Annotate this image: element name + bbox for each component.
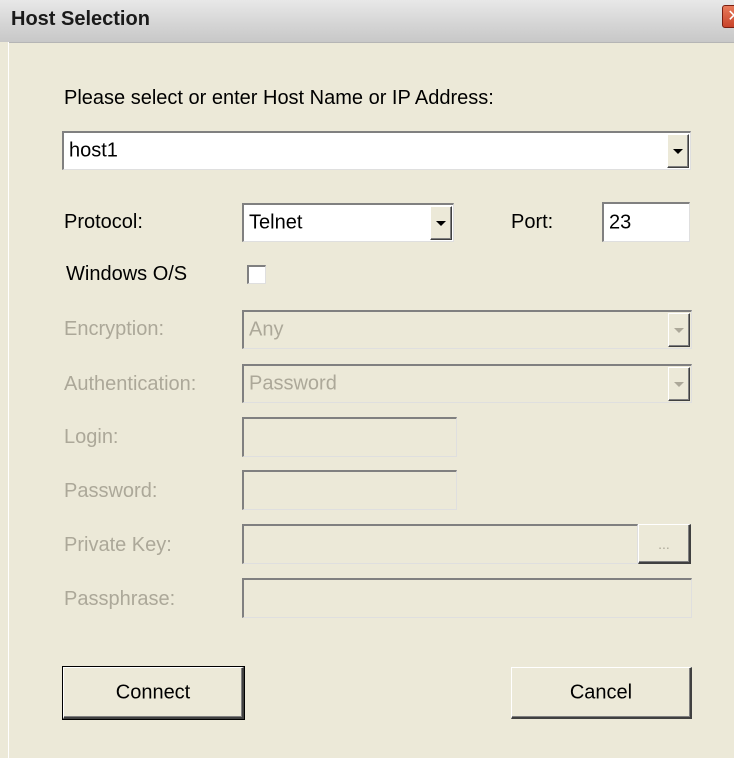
login-label: Login: — [64, 426, 119, 448]
cancel-button-label: Cancel — [569, 681, 633, 703]
private-key-input[interactable] — [242, 524, 638, 564]
connect-button-label: Connect — [115, 681, 191, 703]
host-combobox[interactable]: host1 — [62, 131, 691, 170]
windows-os-label: Windows O/S — [66, 263, 188, 285]
chevron-down-icon — [436, 221, 446, 226]
authentication-label: Authentication: — [64, 373, 197, 395]
host-prompt-label: Please select or enter Host Name or IP A… — [64, 87, 494, 109]
port-value: 23 — [609, 211, 632, 233]
passphrase-label: Passphrase: — [64, 588, 176, 610]
host-dropdown-button[interactable] — [667, 134, 689, 168]
port-input[interactable]: 23 — [602, 202, 690, 242]
encryption-label: Encryption: — [64, 318, 165, 340]
passphrase-input[interactable] — [242, 578, 692, 618]
protocol-label: Protocol: — [64, 211, 143, 233]
protocol-dropdown-button[interactable] — [430, 206, 452, 240]
host-value: host1 — [69, 139, 118, 162]
login-input[interactable] — [242, 417, 457, 457]
chevron-down-icon — [673, 149, 683, 154]
cancel-button[interactable]: Cancel — [511, 667, 692, 719]
port-label: Port: — [511, 211, 554, 233]
browse-key-button[interactable]: ... — [638, 524, 691, 564]
host-selection-dialog: Host Selection ✕ Please select or enter … — [0, 0, 734, 758]
authentication-dropdown-button[interactable] — [668, 367, 690, 401]
encryption-select[interactable]: Any — [242, 310, 692, 349]
close-icon[interactable]: ✕ — [722, 5, 734, 28]
windows-os-checkbox[interactable] — [247, 265, 266, 284]
browse-key-label: ... — [658, 535, 670, 552]
password-label: Password: — [64, 480, 158, 502]
title-bar[interactable]: Host Selection ✕ — [0, 0, 734, 43]
password-input[interactable] — [242, 470, 457, 510]
authentication-select[interactable]: Password — [242, 364, 692, 403]
authentication-value: Password — [249, 372, 337, 395]
protocol-select[interactable]: Telnet — [242, 203, 454, 242]
chevron-down-icon — [674, 382, 684, 387]
encryption-dropdown-button[interactable] — [668, 313, 690, 347]
encryption-value: Any — [249, 318, 284, 341]
chevron-down-icon — [674, 328, 684, 333]
private-key-label: Private Key: — [64, 534, 172, 556]
protocol-value: Telnet — [249, 211, 303, 234]
window-border — [0, 42, 9, 758]
connect-button[interactable]: Connect — [62, 666, 245, 720]
window-title: Host Selection — [11, 8, 150, 30]
